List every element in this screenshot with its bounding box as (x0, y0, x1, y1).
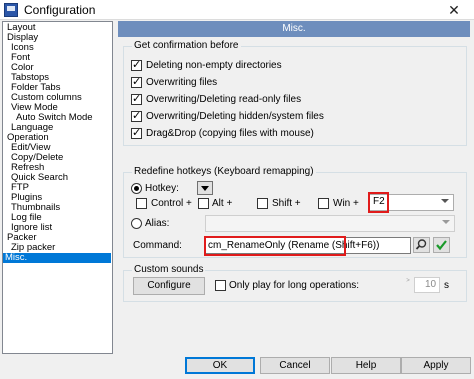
alt-label: Alt + (212, 198, 233, 209)
checkmark-icon (436, 240, 447, 251)
control-label: Control + (151, 198, 192, 209)
close-button[interactable]: ✕ (434, 0, 474, 20)
win-checkbox[interactable] (318, 198, 329, 209)
shift-checkbox[interactable] (257, 198, 268, 209)
alias-radio[interactable] (131, 218, 142, 229)
search-command-button[interactable] (413, 237, 430, 253)
command-highlight-box (204, 236, 346, 256)
settings-tree[interactable]: Layout Display Icons Font Color Tabstops… (2, 21, 113, 354)
confirm-overwrite-checkbox[interactable] (131, 75, 142, 89)
seconds-unit: s (444, 280, 449, 291)
title-bar: Configuration ✕ (0, 0, 474, 20)
key-highlight-box (368, 192, 389, 213)
search-icon (415, 239, 427, 250)
long-ops-checkbox[interactable] (215, 280, 226, 291)
tree-item-misc[interactable]: Misc. (3, 253, 111, 263)
confirm-hidden-checkbox[interactable] (131, 109, 142, 123)
chevron-down-icon (442, 220, 450, 224)
configure-button[interactable]: Configure (133, 277, 205, 295)
hotkeys-group-label: Redefine hotkeys (Keyboard remapping) (132, 166, 316, 178)
confirm-readonly-checkbox[interactable] (131, 92, 142, 106)
long-ops-label: Only play for long operations: (229, 280, 360, 291)
page-header: Misc. (118, 21, 470, 37)
confirm-dragdrop-checkbox[interactable] (131, 126, 142, 140)
confirm-hidden-label: Overwriting/Deleting hidden/system files (146, 111, 324, 122)
chevron-down-icon (441, 199, 449, 203)
apply-button[interactable]: Apply (401, 357, 471, 374)
confirm-dragdrop-label: Drag&Drop (copying files with mouse) (146, 128, 314, 139)
alias-label: Alias: (145, 218, 170, 229)
command-label: Command: (133, 240, 182, 251)
cancel-button[interactable]: Cancel (260, 357, 330, 374)
window-title: Configuration (24, 3, 96, 17)
hotkey-radio[interactable] (131, 183, 142, 194)
help-button[interactable]: Help (331, 357, 401, 374)
confirm-group-label: Get confirmation before (132, 40, 241, 52)
alias-select[interactable] (205, 215, 455, 232)
ok-button[interactable]: OK (185, 357, 255, 374)
confirm-delete-dirs-label: Deleting non-empty directories (146, 60, 282, 71)
sounds-group-label: Custom sounds (132, 264, 206, 276)
confirm-readonly-label: Overwriting/Deleting read-only files (146, 94, 302, 105)
alt-checkbox[interactable] (198, 198, 209, 209)
hotkey-label: Hotkey: (145, 183, 179, 194)
control-checkbox[interactable] (136, 198, 147, 209)
confirm-delete-dirs-checkbox[interactable] (131, 58, 142, 72)
apply-hotkey-button[interactable] (433, 237, 450, 253)
confirm-overwrite-label: Overwriting files (146, 77, 218, 88)
app-icon (4, 3, 18, 17)
seconds-spin-arrows[interactable]: > (403, 277, 413, 293)
win-label: Win + (333, 198, 359, 209)
seconds-input[interactable]: 10 (414, 277, 440, 293)
shift-label: Shift + (272, 198, 301, 209)
hotkey-list-dropdown[interactable] (197, 181, 213, 195)
